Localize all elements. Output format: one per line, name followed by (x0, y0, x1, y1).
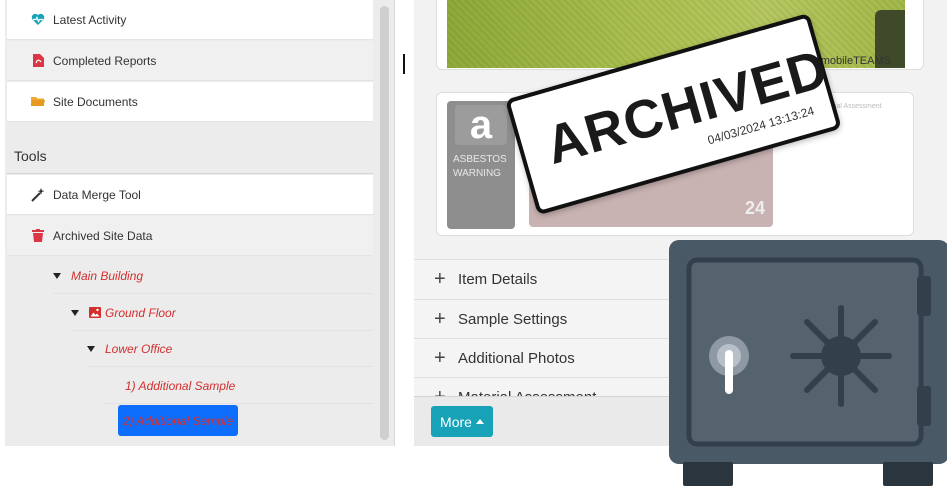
warning-text: ASBESTOS WARNING (453, 153, 507, 181)
tree-node-sample-selected[interactable]: 2) Additional Sample (118, 405, 238, 436)
image-icon (89, 307, 101, 318)
tree-node-label: 2) Additional Sample (122, 413, 234, 428)
caret-down-icon[interactable] (53, 272, 61, 279)
folder-icon (29, 96, 47, 107)
plus-icon: + (434, 268, 446, 290)
sidebar-item-completed-reports[interactable]: Completed Reports (7, 41, 373, 81)
accordion-label: Sample Settings (458, 311, 568, 328)
tree-node-label: Lower Office (105, 341, 173, 356)
heartbeat-icon (29, 13, 47, 26)
tools-heading: Tools (14, 148, 47, 164)
sidebar-item-label: Latest Activity (53, 12, 127, 27)
caret-up-icon (475, 419, 484, 424)
sidebar-item-latest-activity[interactable]: Latest Activity (7, 0, 373, 40)
pdf-file-icon (29, 54, 47, 67)
tree-node-label: 1) Additional Sample (125, 378, 236, 393)
sidebar-item-label: Archived Site Data (53, 228, 153, 243)
trash-icon (29, 229, 47, 242)
sidebar-item-data-merge-tool[interactable]: Data Merge Tool (7, 175, 373, 215)
tree-node-room[interactable]: Lower Office (87, 331, 373, 367)
thumbnail-number: 24 (744, 198, 765, 218)
tree-node-sample[interactable]: 1) Additional Sample (103, 368, 373, 404)
sidebar-item-label: Site Documents (53, 94, 138, 109)
accordion-label: Additional Photos (458, 350, 575, 367)
app-window: Latest Activity Completed Reports Site D… (0, 0, 947, 486)
sidebar: Latest Activity Completed Reports Site D… (5, 0, 395, 446)
tree-node-floor[interactable]: Ground Floor (71, 295, 373, 331)
sidebar-item-label: Data Merge Tool (53, 187, 141, 202)
caret-down-icon[interactable] (87, 345, 95, 352)
more-button-label: More (440, 413, 472, 430)
divider (7, 173, 373, 174)
asbestos-warning-thumbnail[interactable]: a ASBESTOS WARNING (447, 101, 515, 229)
safe-icon (667, 240, 947, 486)
plus-icon: + (434, 347, 446, 369)
text-cursor (403, 54, 405, 74)
sidebar-item-site-documents[interactable]: Site Documents (7, 82, 373, 122)
sidebar-item-label: Completed Reports (53, 53, 157, 68)
plus-icon: + (434, 308, 446, 330)
tree-node-building[interactable]: Main Building (53, 258, 373, 294)
caret-down-icon[interactable] (71, 309, 79, 316)
warning-text-line: ASBESTOS (453, 154, 507, 165)
tree-node-label: Main Building (71, 268, 144, 283)
scrollbar[interactable] (380, 6, 389, 440)
magic-wand-icon (29, 187, 47, 202)
warning-text-line: WARNING (453, 168, 501, 179)
warning-letter: a (455, 105, 507, 145)
scrollbar-thumb[interactable] (380, 6, 389, 440)
more-button[interactable]: More (431, 406, 493, 437)
tree-node-label: Ground Floor (105, 305, 176, 320)
sidebar-item-archived-site-data[interactable]: Archived Site Data (7, 216, 373, 256)
accordion-label: Item Details (458, 271, 538, 288)
